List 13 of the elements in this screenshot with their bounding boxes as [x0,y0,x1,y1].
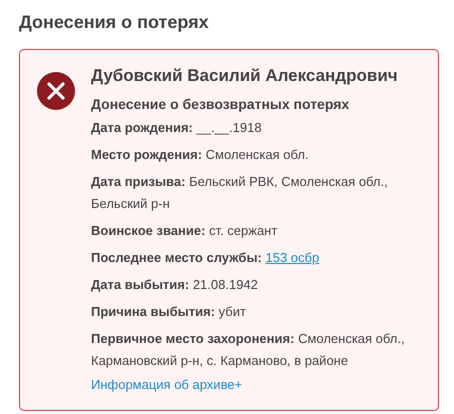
field-row-text: Причина выбытия: убит [91,303,247,321]
person-name: Дубовский Василий Александрович [91,66,399,86]
close-icon [37,72,75,110]
report-title: Донесение о безвозвратных потерях [91,96,350,112]
archive-info-link[interactable]: Информация об архиве+ [91,377,428,392]
field-row-text: Воинское звание: ст. сержант [91,222,278,240]
field-row-text: Дата рождения: __.__.1918 [91,119,263,137]
field-row-text: Место рождения: Смоленская обл. [91,146,310,164]
section-heading: Донесения о потерях [19,12,210,33]
field-row-text: Последнее место службы: 153 осбр [91,249,320,267]
unit-link[interactable]: 153 осбр [266,250,320,265]
field-row-text: Первичное место захоронения: Смоленская обл., Кармановский р-н, с. Карманово, в районе [91,330,406,370]
field-row-text: Дата выбытия: 21.08.1942 [91,276,259,294]
